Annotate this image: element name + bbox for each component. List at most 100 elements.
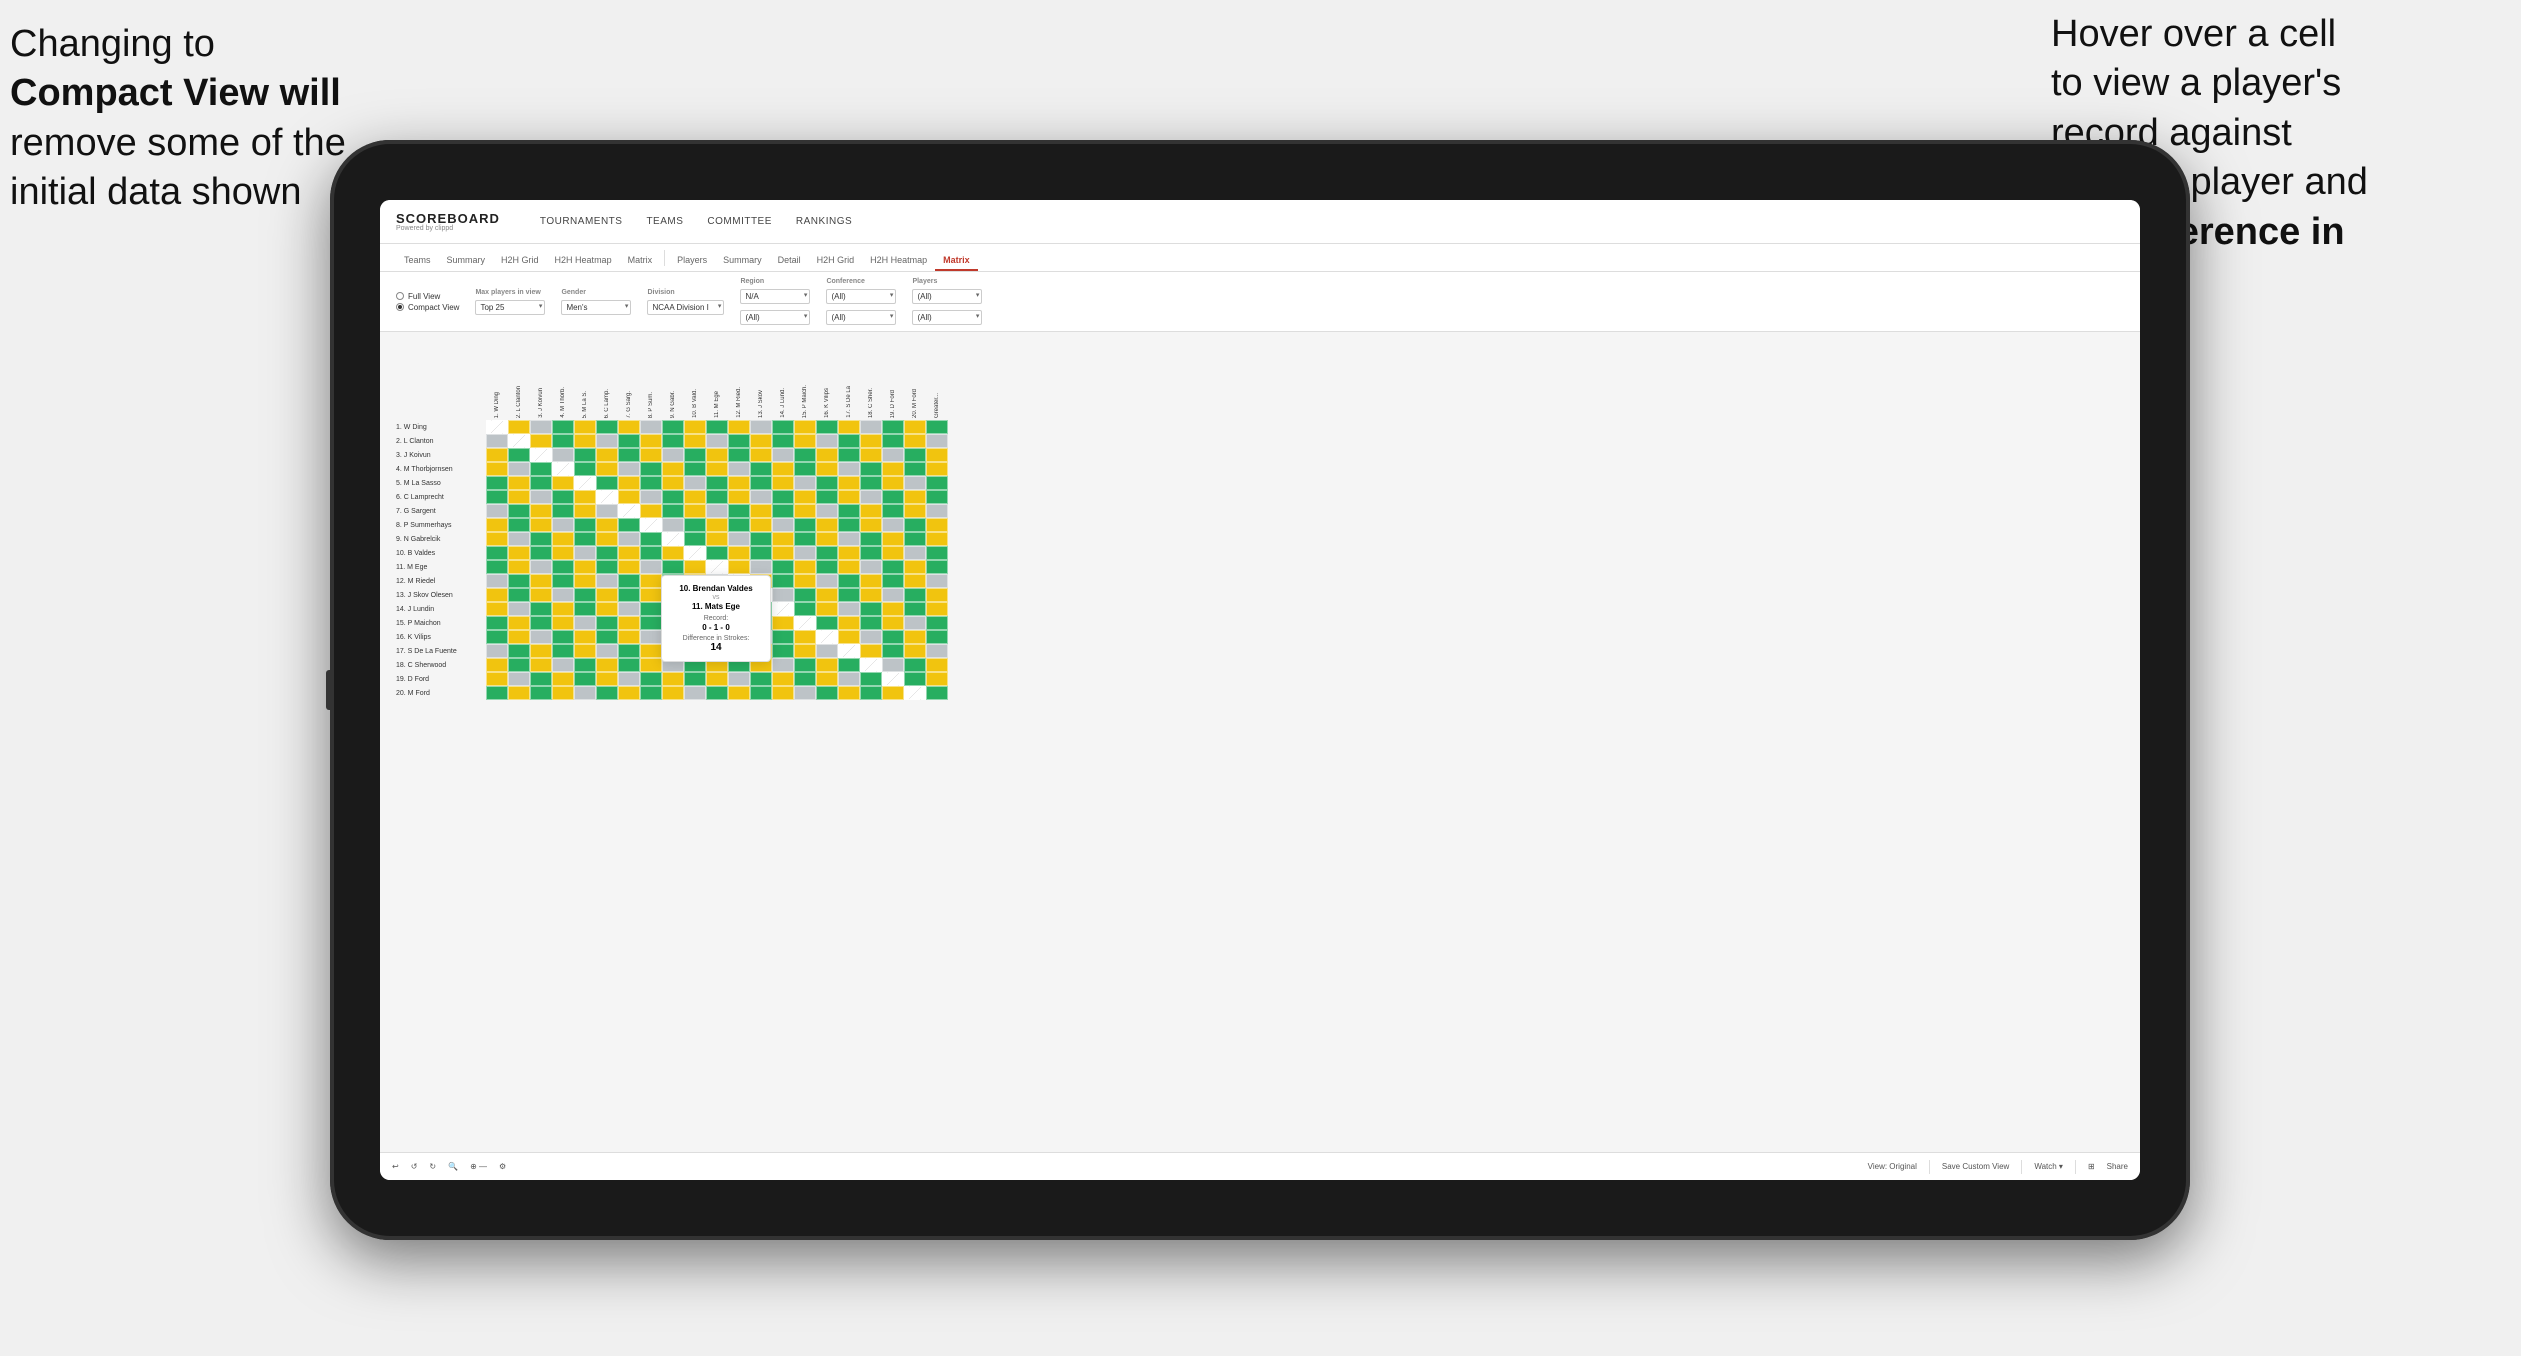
grid-cell-4-5[interactable] — [596, 476, 618, 490]
grid-cell-9-5[interactable] — [596, 546, 618, 560]
grid-cell-1-15[interactable] — [816, 434, 838, 448]
grid-cell-9-17[interactable] — [860, 546, 882, 560]
grid-cell-10-10[interactable] — [706, 560, 728, 574]
grid-cell-12-2[interactable] — [530, 588, 552, 602]
grid-cell-6-7[interactable] — [640, 504, 662, 518]
redo-btn-1[interactable]: ↺ — [411, 1162, 418, 1171]
grid-cell-11-7[interactable] — [640, 574, 662, 588]
grid-cell-19-19[interactable] — [904, 686, 926, 700]
grid-cell-1-2[interactable] — [530, 434, 552, 448]
grid-cell-12-14[interactable] — [794, 588, 816, 602]
grid-cell-9-15[interactable] — [816, 546, 838, 560]
grid-cell-8-15[interactable] — [816, 532, 838, 546]
grid-cell-3-5[interactable] — [596, 462, 618, 476]
grid-cell-18-13[interactable] — [772, 672, 794, 686]
grid-cell-2-13[interactable] — [772, 448, 794, 462]
grid-cell-13-5[interactable] — [596, 602, 618, 616]
grid-cell-17-2[interactable] — [530, 658, 552, 672]
grid-cell-5-13[interactable] — [772, 490, 794, 504]
grid-cell-4-1[interactable] — [508, 476, 530, 490]
grid-cell-6-0[interactable] — [486, 504, 508, 518]
grid-cell-1-13[interactable] — [772, 434, 794, 448]
grid-cell-16-20[interactable] — [926, 644, 948, 658]
grid-cell-10-9[interactable] — [684, 560, 706, 574]
share-btn[interactable]: Share — [2107, 1162, 2128, 1171]
grid-cell-16-17[interactable] — [860, 644, 882, 658]
grid-cell-18-7[interactable] — [640, 672, 662, 686]
grid-cell-12-16[interactable] — [838, 588, 860, 602]
grid-cell-3-12[interactable] — [750, 462, 772, 476]
tab-players[interactable]: Players — [669, 251, 715, 271]
grid-cell-6-10[interactable] — [706, 504, 728, 518]
grid-cell-19-17[interactable] — [860, 686, 882, 700]
grid-cell-16-0[interactable] — [486, 644, 508, 658]
grid-cell-5-15[interactable] — [816, 490, 838, 504]
grid-cell-8-18[interactable] — [882, 532, 904, 546]
grid-cell-6-18[interactable] — [882, 504, 904, 518]
tab-h2h-heatmap-1[interactable]: H2H Heatmap — [547, 251, 620, 271]
grid-cell-3-10[interactable] — [706, 462, 728, 476]
grid-cell-9-11[interactable] — [728, 546, 750, 560]
gender-select[interactable]: Men's — [561, 300, 631, 315]
grid-cell-1-3[interactable] — [552, 434, 574, 448]
grid-cell-10-15[interactable] — [816, 560, 838, 574]
grid-cell-0-20[interactable] — [926, 420, 948, 434]
grid-cell-11-13[interactable] — [772, 574, 794, 588]
grid-cell-19-9[interactable] — [684, 686, 706, 700]
grid-cell-18-10[interactable] — [706, 672, 728, 686]
grid-cell-0-10[interactable] — [706, 420, 728, 434]
grid-cell-17-5[interactable] — [596, 658, 618, 672]
grid-cell-14-13[interactable] — [772, 616, 794, 630]
grid-cell-2-18[interactable] — [882, 448, 904, 462]
matrix-area[interactable]: 1. W Ding2. L Clanton3. J Koivun4. M Tho… — [380, 332, 2140, 1152]
grid-cell-6-13[interactable] — [772, 504, 794, 518]
grid-cell-7-10[interactable] — [706, 518, 728, 532]
grid-cell-10-2[interactable] — [530, 560, 552, 574]
conference-select[interactable]: (All) — [826, 289, 896, 304]
grid-cell-10-14[interactable] — [794, 560, 816, 574]
grid-cell-16-19[interactable] — [904, 644, 926, 658]
grid-cell-2-7[interactable] — [640, 448, 662, 462]
grid-cell-4-15[interactable] — [816, 476, 838, 490]
grid-cell-12-4[interactable] — [574, 588, 596, 602]
grid-cell-4-0[interactable] — [486, 476, 508, 490]
grid-cell-17-20[interactable] — [926, 658, 948, 672]
grid-cell-10-6[interactable] — [618, 560, 640, 574]
grid-cell-3-3[interactable] — [552, 462, 574, 476]
grid-cell-0-7[interactable] — [640, 420, 662, 434]
grid-cell-16-15[interactable] — [816, 644, 838, 658]
grid-cell-5-17[interactable] — [860, 490, 882, 504]
grid-cell-16-3[interactable] — [552, 644, 574, 658]
grid-cell-15-4[interactable] — [574, 630, 596, 644]
grid-cell-4-10[interactable] — [706, 476, 728, 490]
grid-cell-0-3[interactable] — [552, 420, 574, 434]
grid-cell-3-2[interactable] — [530, 462, 552, 476]
grid-cell-19-1[interactable] — [508, 686, 530, 700]
grid-cell-13-15[interactable] — [816, 602, 838, 616]
grid-cell-11-18[interactable] — [882, 574, 904, 588]
grid-cell-3-9[interactable] — [684, 462, 706, 476]
grid-cell-2-12[interactable] — [750, 448, 772, 462]
grid-cell-8-5[interactable] — [596, 532, 618, 546]
grid-cell-9-12[interactable] — [750, 546, 772, 560]
grid-cell-7-5[interactable] — [596, 518, 618, 532]
grid-cell-14-1[interactable] — [508, 616, 530, 630]
grid-cell-6-11[interactable] — [728, 504, 750, 518]
grid-cell-0-0[interactable] — [486, 420, 508, 434]
grid-cell-3-13[interactable] — [772, 462, 794, 476]
grid-cell-0-6[interactable] — [618, 420, 640, 434]
grid-cell-9-14[interactable] — [794, 546, 816, 560]
grid-cell-10-20[interactable] — [926, 560, 948, 574]
grid-cell-9-13[interactable] — [772, 546, 794, 560]
grid-cell-12-20[interactable] — [926, 588, 948, 602]
grid-cell-18-11[interactable] — [728, 672, 750, 686]
grid-cell-5-4[interactable] — [574, 490, 596, 504]
grid-cell-9-10[interactable] — [706, 546, 728, 560]
grid-cell-12-5[interactable] — [596, 588, 618, 602]
grid-cell-6-20[interactable] — [926, 504, 948, 518]
grid-cell-11-0[interactable] — [486, 574, 508, 588]
region-select[interactable]: N/A — [740, 289, 810, 304]
grid-cell-11-20[interactable] — [926, 574, 948, 588]
grid-cell-2-11[interactable] — [728, 448, 750, 462]
grid-cell-17-6[interactable] — [618, 658, 640, 672]
